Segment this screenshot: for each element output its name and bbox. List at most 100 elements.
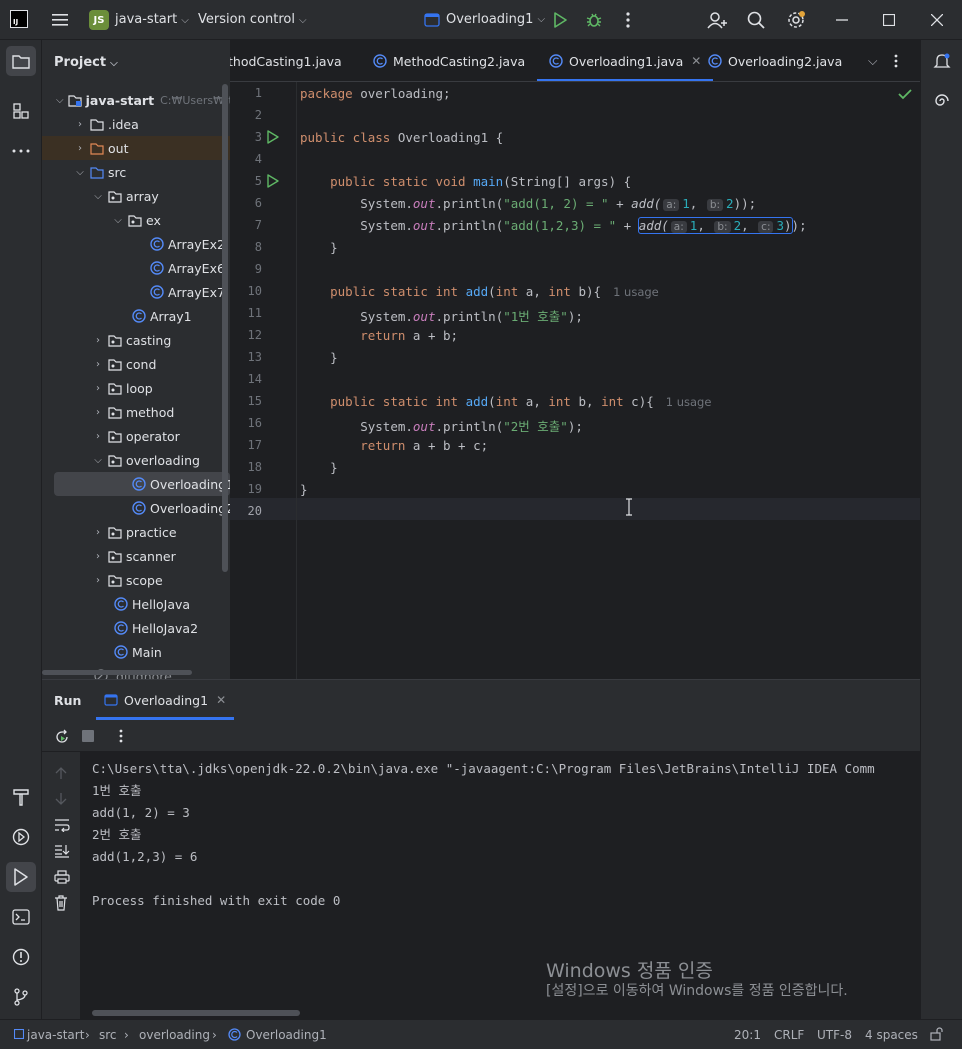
tab-more-actions[interactable] xyxy=(894,40,898,81)
close-run-tab-icon[interactable]: ✕ xyxy=(216,693,226,707)
rerun-icon[interactable] xyxy=(54,729,70,745)
tree-item-hellojava[interactable]: HelloJava xyxy=(42,592,230,616)
tree-item-casting[interactable]: › casting xyxy=(42,328,230,352)
tree-item-hellojava2[interactable]: HelloJava2 xyxy=(42,616,230,640)
tab-list-dropdown[interactable]: ⌵ xyxy=(868,40,877,81)
project-badge[interactable]: JS xyxy=(89,10,109,30)
tab-label: MethodCasting2.java xyxy=(393,53,526,69)
git-branch-icon xyxy=(14,988,28,1006)
minimize-icon[interactable] xyxy=(834,12,850,28)
unlock-icon[interactable] xyxy=(930,1027,944,1041)
close-window-icon[interactable] xyxy=(929,12,945,28)
console-horizontal-scrollbar[interactable] xyxy=(92,1010,300,1016)
run-gutter-icon[interactable] xyxy=(266,130,280,144)
tab-methodcasting1[interactable]: thodCasting1.java xyxy=(230,40,342,81)
print-icon[interactable] xyxy=(54,870,70,884)
tree-item-main[interactable]: Main xyxy=(42,640,230,664)
usage-hint[interactable]: 1 usage xyxy=(613,285,659,299)
project-tool-button[interactable] xyxy=(6,46,36,76)
tree-item-out[interactable]: › out xyxy=(42,136,230,160)
line-separator[interactable]: CRLF xyxy=(774,1028,804,1042)
trash-icon[interactable] xyxy=(54,895,68,911)
intellij-logo-icon[interactable]: IJ xyxy=(10,10,28,28)
run-tab-overloading1[interactable]: Overloading1 ✕ xyxy=(95,680,235,720)
breadcrumb-class[interactable]: Overloading1 xyxy=(246,1028,327,1042)
git-tool-button[interactable] xyxy=(6,982,36,1012)
breadcrumb-src[interactable]: src xyxy=(99,1028,117,1042)
tree-item-arrayex2[interactable]: ArrayEx2 xyxy=(42,232,230,256)
tree-item-overloading2[interactable]: Overloading2 xyxy=(42,496,230,520)
build-tool-button[interactable] xyxy=(6,782,36,812)
more-vertical-icon[interactable] xyxy=(119,729,123,743)
arrow-up-icon[interactable] xyxy=(54,766,68,780)
tree-item-label: ArrayEx6 xyxy=(168,260,225,276)
close-tab-icon[interactable]: ✕ xyxy=(691,54,701,68)
tab-methodcasting2[interactable]: MethodCasting2.java xyxy=(373,40,526,81)
services-tool-button[interactable] xyxy=(6,822,36,852)
tree-item-src[interactable]: ⌵ src xyxy=(42,160,230,184)
tree-item-operator[interactable]: › operator xyxy=(42,424,230,448)
run-tool-button[interactable] xyxy=(6,862,36,892)
tree-item-cond[interactable]: › cond xyxy=(42,352,230,376)
tree-item-array1[interactable]: Array1 xyxy=(42,304,230,328)
problems-tool-button[interactable] xyxy=(6,942,36,972)
maximize-icon[interactable] xyxy=(881,12,897,28)
tree-item-arrayex6[interactable]: ArrayEx6 xyxy=(42,256,230,280)
search-icon[interactable] xyxy=(746,10,766,30)
ai-assistant-button[interactable] xyxy=(927,86,957,116)
status-bar: java-start › src › overloading › Overloa… xyxy=(0,1019,962,1049)
tree-item-java-start[interactable]: ⌵ java-start C:₩Users₩tta₩ xyxy=(42,88,230,112)
java-class-icon xyxy=(114,621,128,635)
project-vertical-scrollbar[interactable] xyxy=(222,84,228,572)
soft-wrap-icon[interactable] xyxy=(54,818,70,832)
run-gutter-icon[interactable] xyxy=(266,174,280,188)
run-config-selector[interactable]: Overloading1 ⌵ xyxy=(424,12,545,27)
tree-item-overloading1[interactable]: Overloading1 xyxy=(54,472,230,496)
java-class-icon xyxy=(114,645,128,659)
terminal-icon xyxy=(12,909,30,925)
caret-position[interactable]: 20:1 xyxy=(734,1028,761,1042)
structure-tool-button[interactable] xyxy=(6,96,36,126)
tree-item-arrayex7[interactable]: ArrayEx7 xyxy=(42,280,230,304)
no-problems-check-icon[interactable] xyxy=(898,88,912,100)
java-class-icon xyxy=(549,54,563,68)
notifications-button[interactable] xyxy=(927,46,957,76)
arrow-down-icon[interactable] xyxy=(54,792,68,806)
version-control-menu[interactable]: Version control ⌵ xyxy=(198,12,307,27)
tree-item-method[interactable]: › method xyxy=(42,400,230,424)
breadcrumb-project[interactable]: java-start xyxy=(27,1028,84,1042)
project-switcher[interactable]: java-start ⌵ xyxy=(115,12,189,27)
tree-item-practice[interactable]: › practice xyxy=(42,520,230,544)
tree-item-array[interactable]: ⌵ array xyxy=(42,184,230,208)
java-class-icon xyxy=(150,237,164,251)
console-output[interactable]: C:\Users\tta\.jdks\openjdk-22.0.2\bin\ja… xyxy=(92,758,875,912)
more-tools-button[interactable] xyxy=(6,136,36,166)
usage-hint[interactable]: 1 usage xyxy=(666,395,712,409)
code-line: } xyxy=(330,350,338,365)
tree-item-loop[interactable]: › loop xyxy=(42,376,230,400)
tree-item-idea[interactable]: › .idea xyxy=(42,112,230,136)
file-encoding[interactable]: UTF-8 xyxy=(817,1028,852,1042)
tree-item-ex[interactable]: ⌵ ex xyxy=(42,208,230,232)
debug-icon[interactable] xyxy=(585,11,603,29)
terminal-tool-button[interactable] xyxy=(6,902,36,932)
tree-item-scope[interactable]: › scope xyxy=(42,568,230,592)
add-user-icon[interactable] xyxy=(706,10,728,30)
tree-item-scanner[interactable]: › scanner xyxy=(42,544,230,568)
main-menu-icon[interactable] xyxy=(50,10,70,30)
project-horizontal-scrollbar[interactable] xyxy=(42,670,192,675)
tab-overloading1[interactable]: Overloading1.java ✕ xyxy=(537,40,714,81)
run-icon[interactable] xyxy=(551,11,569,29)
breadcrumb-package[interactable]: overloading xyxy=(139,1028,210,1042)
selected-call-expression[interactable]: add(a: 1, b: 2, c: 3) xyxy=(637,217,793,234)
stop-icon[interactable] xyxy=(82,730,94,742)
scroll-to-end-icon[interactable] xyxy=(54,844,70,858)
project-panel-title[interactable]: Project ⌵ xyxy=(54,55,118,70)
more-actions-icon[interactable] xyxy=(619,10,637,30)
code-editor[interactable]: 1 2 3 4 5 6 7 8 9 10 11 12 13 14 15 16 1… xyxy=(230,82,920,679)
tab-overloading2[interactable]: Overloading2.java xyxy=(708,40,842,81)
settings-gear-icon[interactable] xyxy=(785,9,807,31)
tree-item-overloading[interactable]: ⌵ overloading xyxy=(42,448,230,472)
indent-setting[interactable]: 4 spaces xyxy=(865,1028,918,1042)
